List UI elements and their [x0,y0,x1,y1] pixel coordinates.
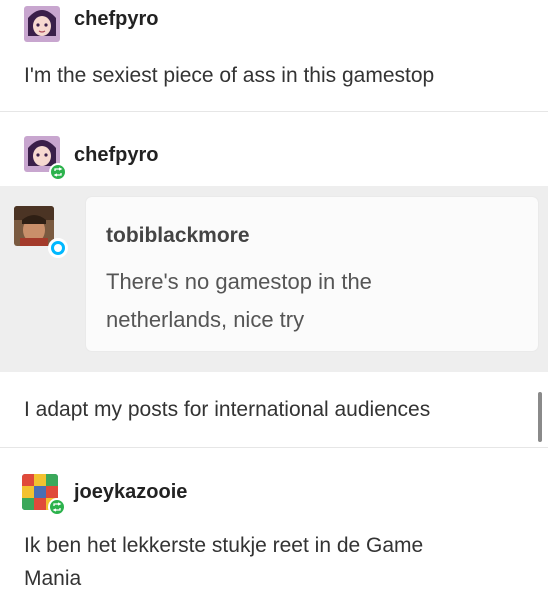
avatar-chefpyro-icon [24,6,60,42]
post-username[interactable]: chefpyro [74,144,158,167]
post-text-line2: Mania [24,567,82,590]
asker-username[interactable]: tobiblackmore [106,224,250,248]
reblog-icon [48,498,66,516]
avatar-chefpyro[interactable] [24,6,60,42]
post-divider [0,447,548,448]
post-username[interactable]: chefpyro [74,8,158,31]
post-divider [0,111,548,112]
reblog-icon [49,163,67,181]
post-text-line1: Ik ben het lekkerste stukje reet in de G… [24,534,424,557]
scrollbar[interactable] [538,392,542,442]
post-text: I'm the sexiest piece of ass in this gam… [24,64,435,87]
avatar-tobiblackmore-icon [14,206,54,246]
ask-text-line1: There's no gamestop in the [106,269,372,294]
avatar-tobiblackmore[interactable] [14,206,54,246]
reply-icon [48,238,68,258]
answer-text: I adapt my posts for international audie… [24,398,431,421]
ask-text-line2: netherlands, nice try [106,307,305,332]
post-username[interactable]: joeykazooie [74,481,187,504]
